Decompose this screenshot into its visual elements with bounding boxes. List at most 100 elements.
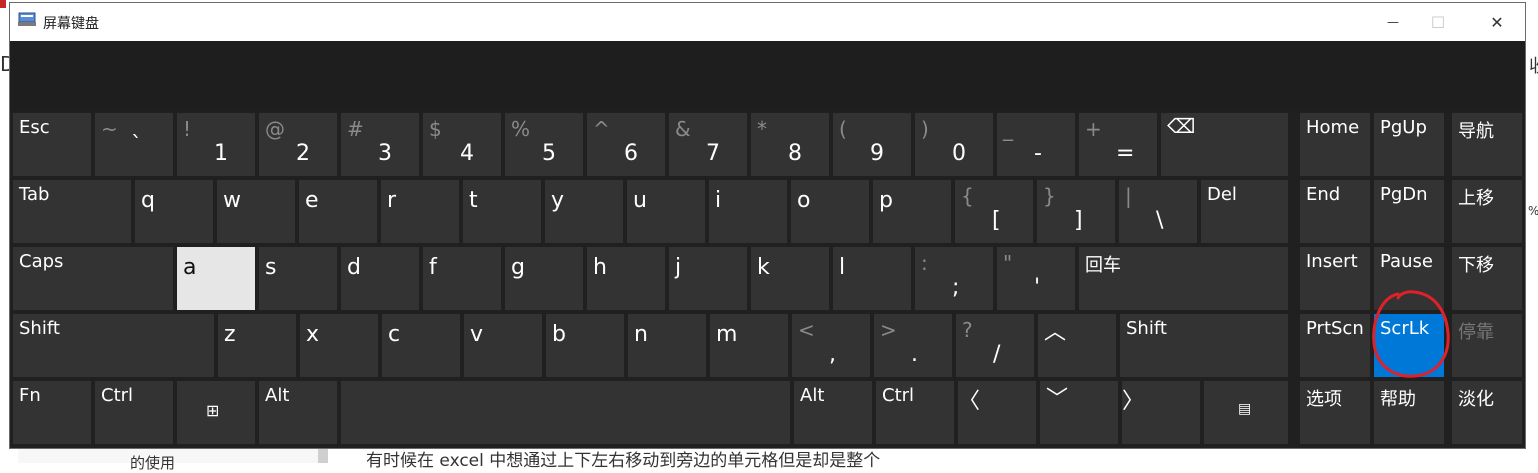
title-bar[interactable]: 屏幕键盘 — ☐ ✕	[10, 3, 1525, 42]
key-end[interactable]: End	[1300, 180, 1370, 243]
key-r[interactable]: r	[381, 180, 459, 243]
key-l[interactable]: l	[833, 247, 911, 310]
key-label: t	[469, 188, 478, 213]
key-2[interactable]: @2	[259, 113, 337, 176]
key-e[interactable]: e	[299, 180, 377, 243]
key-d[interactable]: d	[341, 247, 419, 310]
key-home[interactable]: Home	[1300, 113, 1370, 176]
key-up-arrow[interactable]: ︿	[1038, 314, 1116, 377]
key-label: u	[633, 188, 647, 213]
key-5[interactable]: % 5	[505, 113, 583, 176]
key-semicolon[interactable]: :;	[915, 247, 993, 310]
key-del[interactable]: Del	[1201, 180, 1288, 243]
key-pause[interactable]: Pause	[1374, 247, 1444, 310]
key-prtscn[interactable]: PrtScn	[1300, 314, 1370, 377]
key-label: m	[716, 322, 738, 347]
key-9[interactable]: (9	[833, 113, 911, 176]
key-b[interactable]: b	[546, 314, 624, 377]
key-y[interactable]: y	[545, 180, 623, 243]
key-label: g	[511, 255, 525, 280]
key-label: Pause	[1380, 251, 1433, 272]
key-comma[interactable]: <,	[792, 314, 870, 377]
key-label: PgDn	[1380, 184, 1428, 205]
key-h[interactable]: h	[587, 247, 665, 310]
key-pgup[interactable]: PgUp	[1374, 113, 1444, 176]
key-period[interactable]: >.	[874, 314, 952, 377]
key-caps[interactable]: Caps	[13, 247, 173, 310]
key-options[interactable]: 选项	[1300, 381, 1370, 444]
key-dock[interactable]: 停靠	[1452, 314, 1522, 377]
key-q[interactable]: q	[135, 180, 213, 243]
key-g[interactable]: g	[505, 247, 583, 310]
key-0[interactable]: ) 0	[915, 113, 993, 176]
key-shift-left[interactable]: Shift	[13, 314, 214, 377]
key-ctrl-right[interactable]: Ctrl	[876, 381, 954, 444]
key-slash[interactable]: ? /	[956, 314, 1034, 377]
key-minus[interactable]: _ -	[997, 113, 1075, 176]
key-f[interactable]: f	[423, 247, 501, 310]
close-button[interactable]: ✕	[1468, 3, 1526, 41]
key-backslash[interactable]: | \	[1119, 180, 1197, 243]
key-m[interactable]: m	[710, 314, 788, 377]
key-down-arrow[interactable]: ﹀	[1040, 381, 1118, 444]
key-left-bracket[interactable]: {[	[955, 180, 1033, 243]
key-alt-right[interactable]: Alt	[794, 381, 872, 444]
key-n[interactable]: n	[628, 314, 706, 377]
key-u[interactable]: u	[627, 180, 705, 243]
key-alt-left[interactable]: Alt	[259, 381, 337, 444]
key-i[interactable]: i	[709, 180, 787, 243]
key-label: Alt	[265, 385, 290, 406]
key-nav[interactable]: 导航	[1452, 113, 1522, 176]
key-pgdn[interactable]: PgDn	[1374, 180, 1444, 243]
key-8[interactable]: * 8	[751, 113, 829, 176]
key-3[interactable]: #3	[341, 113, 419, 176]
key-label: Insert	[1306, 251, 1358, 272]
key-equal[interactable]: + =	[1079, 113, 1157, 176]
key-esc[interactable]: Esc	[13, 113, 91, 176]
key-backtick[interactable]: ~ `	[95, 113, 173, 176]
key-fade[interactable]: 淡化	[1452, 381, 1522, 444]
key-j[interactable]: j	[669, 247, 747, 310]
key-windows[interactable]: ⊞	[177, 381, 255, 444]
key-x[interactable]: x	[300, 314, 378, 377]
maximize-button[interactable]: ☐	[1409, 3, 1467, 41]
key-shift-right[interactable]: Shift	[1120, 314, 1288, 377]
key-ctrl-left[interactable]: Ctrl	[95, 381, 173, 444]
key-shift-label: |	[1125, 184, 1132, 208]
key-w[interactable]: w	[217, 180, 295, 243]
key-right-arrow[interactable]: 〉	[1122, 381, 1200, 444]
key-move-down[interactable]: 下移	[1452, 247, 1522, 310]
key-s[interactable]: s	[259, 247, 337, 310]
key-label: x	[306, 322, 320, 347]
key-left-arrow[interactable]: 〈	[958, 381, 1036, 444]
key-main-label: 4	[460, 141, 474, 166]
key-space[interactable]	[341, 381, 790, 444]
key-1[interactable]: ! 1	[177, 113, 255, 176]
key-fn[interactable]: Fn	[13, 381, 91, 444]
key-label: c	[388, 322, 401, 347]
key-a[interactable]: a	[177, 247, 255, 310]
key-menu[interactable]: ▤	[1204, 381, 1288, 444]
key-c[interactable]: c	[382, 314, 460, 377]
key-label: a	[183, 255, 197, 280]
key-o[interactable]: o	[791, 180, 869, 243]
key-t[interactable]: t	[463, 180, 541, 243]
key-label: d	[347, 255, 361, 280]
key-quote[interactable]: " '	[997, 247, 1075, 310]
key-right-bracket[interactable]: }]	[1037, 180, 1115, 243]
key-backspace[interactable]: ⌫	[1161, 113, 1288, 176]
key-help[interactable]: 帮助	[1374, 381, 1444, 444]
key-k[interactable]: k	[751, 247, 829, 310]
key-p[interactable]: p	[873, 180, 951, 243]
key-4[interactable]: $4	[423, 113, 501, 176]
key-scrlk[interactable]: ScrLk	[1374, 314, 1444, 377]
key-move-up[interactable]: 上移	[1452, 180, 1522, 243]
key-enter[interactable]: 回车	[1079, 247, 1288, 310]
key-insert[interactable]: Insert	[1300, 247, 1370, 310]
key-v[interactable]: v	[464, 314, 542, 377]
key-tab[interactable]: Tab	[13, 180, 131, 243]
key-label: n	[634, 322, 648, 347]
key-6[interactable]: ^ 6	[587, 113, 665, 176]
key-z[interactable]: z	[218, 314, 296, 377]
key-7[interactable]: & 7	[669, 113, 747, 176]
